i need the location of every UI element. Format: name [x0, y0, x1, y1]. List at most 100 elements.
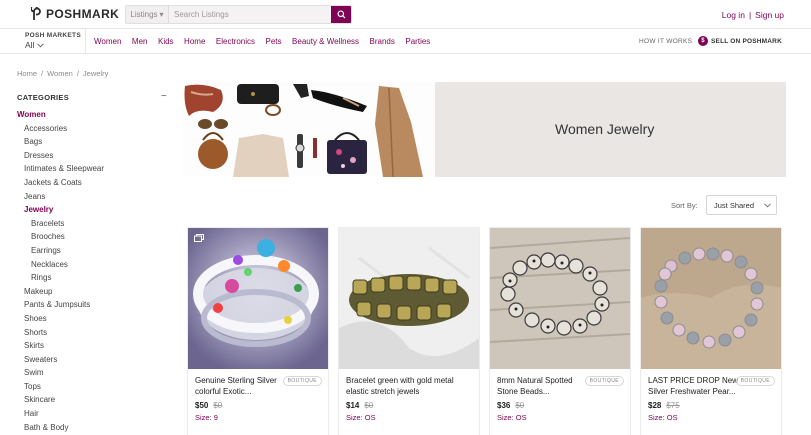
- listing-price: $28: [648, 401, 662, 410]
- listing-price: $50: [195, 401, 209, 410]
- listing-size: Size: OS: [346, 413, 376, 422]
- listing-size: Size: OS: [497, 413, 527, 422]
- breadcrumb-separator: /: [41, 69, 44, 78]
- original-price: $0: [364, 401, 374, 410]
- category-jewelry[interactable]: Jewelry: [17, 203, 167, 217]
- category-earrings[interactable]: Earrings: [17, 244, 167, 258]
- category-nav: POSH MARKETS All Women Men Kids Home Ele…: [0, 29, 811, 54]
- posh-markets-value-row: All: [25, 40, 85, 50]
- posh-markets-label: POSH MARKETS: [25, 32, 81, 39]
- listing-image[interactable]: [339, 228, 479, 369]
- category-dresses[interactable]: Dresses: [17, 149, 167, 163]
- category-list: Women Accessories Bags Dresses Intimates…: [17, 108, 167, 434]
- breadcrumb: Home / Women / Jewelry: [17, 69, 108, 78]
- category-banner: Women Jewelry: [183, 82, 786, 177]
- category-skirts[interactable]: Skirts: [17, 339, 167, 353]
- collapse-icon[interactable]: −: [161, 92, 167, 102]
- listing-image[interactable]: [641, 228, 781, 369]
- nav-link-brands[interactable]: Brands: [370, 37, 395, 46]
- category-rings[interactable]: Rings: [17, 271, 167, 285]
- price-row: $14 $0: [346, 401, 472, 410]
- nav-link-women[interactable]: Women: [94, 37, 121, 46]
- search-category-select[interactable]: Listings ▾: [126, 6, 169, 23]
- category-pants-jumpsuits[interactable]: Pants & Jumpsuits: [17, 298, 167, 312]
- category-swim[interactable]: Swim: [17, 366, 167, 380]
- category-intimates-sleepwear[interactable]: Intimates & Sleepwear: [17, 162, 167, 176]
- poshmark-logo[interactable]: POSHMARK: [31, 7, 119, 21]
- categories-header: CATEGORIES −: [17, 92, 167, 103]
- listing-size: Size: OS: [648, 413, 678, 422]
- category-bags[interactable]: Bags: [17, 135, 167, 149]
- category-hair[interactable]: Hair: [17, 407, 167, 421]
- sell-on-poshmark-link[interactable]: $ SELL ON POSHMARK: [698, 36, 782, 46]
- search-category-label: Listings: [130, 10, 158, 19]
- breadcrumb-women[interactable]: Women: [47, 69, 73, 78]
- original-price: $0: [213, 401, 223, 410]
- auth-separator: |: [748, 10, 752, 20]
- poshmark-logo-icon: [31, 7, 42, 21]
- listing-title[interactable]: 8mm Natural Spotted Stone Beads...: [497, 375, 593, 397]
- nav-link-beauty-wellness[interactable]: Beauty & Wellness: [292, 37, 359, 46]
- category-tops[interactable]: Tops: [17, 380, 167, 394]
- boutique-badge: BOUTIQUE: [735, 376, 775, 386]
- listing-image[interactable]: [490, 228, 630, 369]
- search-input[interactable]: [169, 6, 331, 23]
- category-skincare[interactable]: Skincare: [17, 393, 167, 407]
- breadcrumb-home[interactable]: Home: [17, 69, 37, 78]
- price-row: $36 $0: [497, 401, 623, 410]
- search-icon: [336, 10, 346, 19]
- sell-label: SELL ON POSHMARK: [711, 37, 782, 45]
- breadcrumb-separator: /: [76, 69, 79, 78]
- nav-link-kids[interactable]: Kids: [158, 37, 174, 46]
- login-link[interactable]: Log in: [722, 10, 745, 20]
- multi-image-icon: [194, 234, 204, 242]
- category-jackets-coats[interactable]: Jackets & Coats: [17, 176, 167, 190]
- category-necklaces[interactable]: Necklaces: [17, 258, 167, 272]
- listing-title[interactable]: Bracelet green with gold metal elastic s…: [346, 375, 472, 397]
- nav-link-home[interactable]: Home: [184, 37, 205, 46]
- search-bar: Listings ▾: [125, 5, 352, 24]
- nav-link-pets[interactable]: Pets: [266, 37, 282, 46]
- listing-title[interactable]: LAST PRICE DROP New Silver Freshwater Pe…: [648, 375, 744, 397]
- listing-card[interactable]: 8mm Natural Spotted Stone Beads... BOUTI…: [489, 227, 631, 435]
- category-shorts[interactable]: Shorts: [17, 326, 167, 340]
- search-button[interactable]: [331, 6, 351, 23]
- posh-markets-value: All: [25, 40, 35, 50]
- chevron-down-icon: [37, 42, 45, 48]
- category-jeans[interactable]: Jeans: [17, 190, 167, 204]
- category-sweaters[interactable]: Sweaters: [17, 353, 167, 367]
- listing-details: Bracelet green with gold metal elastic s…: [339, 369, 479, 428]
- category-women[interactable]: Women: [17, 108, 167, 122]
- signup-link[interactable]: Sign up: [755, 10, 784, 20]
- category-shoes[interactable]: Shoes: [17, 312, 167, 326]
- listing-card[interactable]: Genuine Sterling Silver colorful Exotic.…: [187, 227, 329, 435]
- boutique-badge: BOUTIQUE: [584, 376, 624, 386]
- sort-value: Just Shared: [714, 200, 755, 210]
- category-bracelets[interactable]: Bracelets: [17, 217, 167, 231]
- listing-title[interactable]: Genuine Sterling Silver colorful Exotic.…: [195, 375, 291, 397]
- nav-link-parties[interactable]: Parties: [405, 37, 430, 46]
- category-bath-body[interactable]: Bath & Body: [17, 421, 167, 435]
- how-it-works-link[interactable]: HOW IT WORKS: [639, 38, 692, 45]
- original-price: $75: [666, 401, 680, 410]
- sort-select[interactable]: Just Shared: [706, 195, 777, 215]
- banner-collage-image: [183, 82, 435, 177]
- listing-card[interactable]: Bracelet green with gold metal elastic s…: [338, 227, 480, 435]
- listing-image[interactable]: [188, 228, 328, 369]
- nav-links: Women Men Kids Home Electronics Pets Bea…: [94, 37, 441, 46]
- listing-size: Size: 9: [195, 413, 218, 422]
- dollar-icon: $: [698, 36, 708, 46]
- price-row: $28 $75: [648, 401, 774, 410]
- nav-divider: [85, 29, 86, 54]
- category-brooches[interactable]: Brooches: [17, 230, 167, 244]
- price-row: $50 $0: [195, 401, 321, 410]
- nav-link-men[interactable]: Men: [132, 37, 148, 46]
- category-makeup[interactable]: Makeup: [17, 285, 167, 299]
- original-price: $0: [515, 401, 525, 410]
- breadcrumb-jewelry[interactable]: Jewelry: [83, 69, 108, 78]
- category-accessories[interactable]: Accessories: [17, 122, 167, 136]
- posh-markets-selector[interactable]: POSH MARKETS All: [25, 32, 85, 50]
- listing-card[interactable]: LAST PRICE DROP New Silver Freshwater Pe…: [640, 227, 782, 435]
- nav-link-electronics[interactable]: Electronics: [216, 37, 255, 46]
- listing-details: Genuine Sterling Silver colorful Exotic.…: [188, 369, 328, 428]
